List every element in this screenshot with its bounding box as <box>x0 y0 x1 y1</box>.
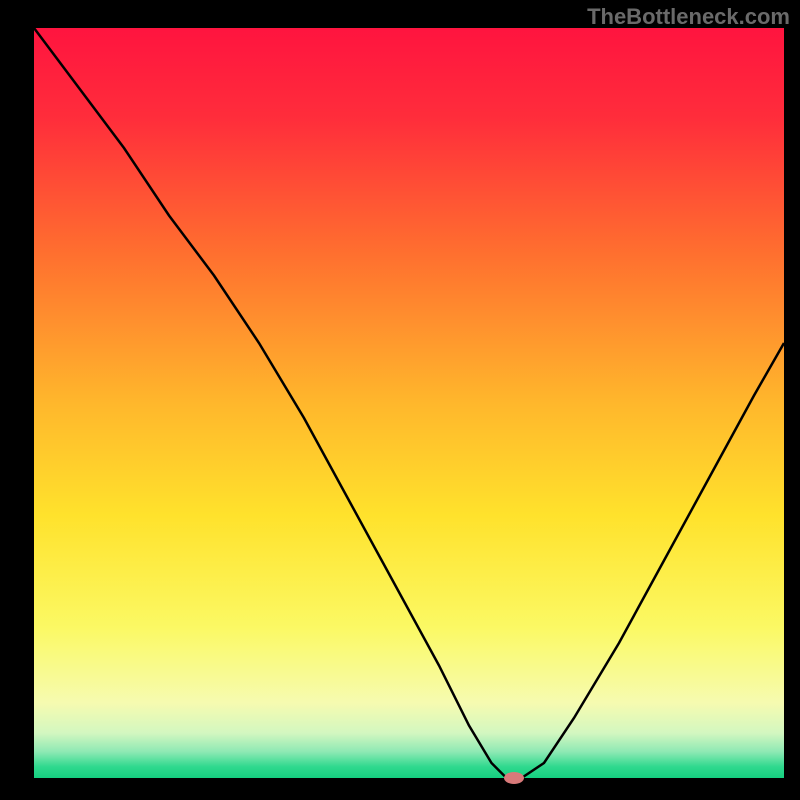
watermark-label: TheBottleneck.com <box>587 4 790 30</box>
plot-background <box>34 28 784 778</box>
chart-svg <box>0 0 800 800</box>
bottleneck-chart: TheBottleneck.com <box>0 0 800 800</box>
optimal-marker <box>504 772 524 784</box>
